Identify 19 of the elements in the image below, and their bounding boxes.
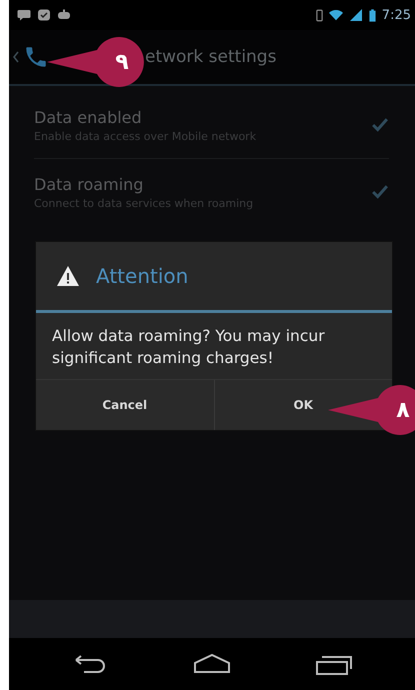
checkbox[interactable] (371, 117, 389, 133)
checkbox[interactable] (371, 184, 389, 200)
callout-tooltip: ٩ (47, 36, 147, 88)
callout-tooltip: ٨ (328, 384, 415, 436)
signal-icon (348, 9, 363, 21)
setting-title: Data enabled (34, 108, 143, 126)
dialog-message: Allow data roaming? You may incur significant roaming charges! (51, 326, 326, 369)
app-notification-icon (37, 9, 51, 21)
chat-bubble-icon (17, 9, 31, 21)
dialog-title: Attention (96, 264, 188, 288)
clock-time: 7:25 (382, 8, 411, 22)
setting-title: Data roaming (34, 174, 144, 194)
wifi-icon (328, 9, 343, 21)
vibrate-icon (316, 8, 323, 22)
battery-icon (368, 8, 376, 22)
home-icon[interactable] (192, 652, 232, 676)
screen-title: etwork settings (145, 47, 276, 67)
back-caret-icon[interactable] (13, 51, 19, 63)
warning-icon (56, 265, 80, 287)
